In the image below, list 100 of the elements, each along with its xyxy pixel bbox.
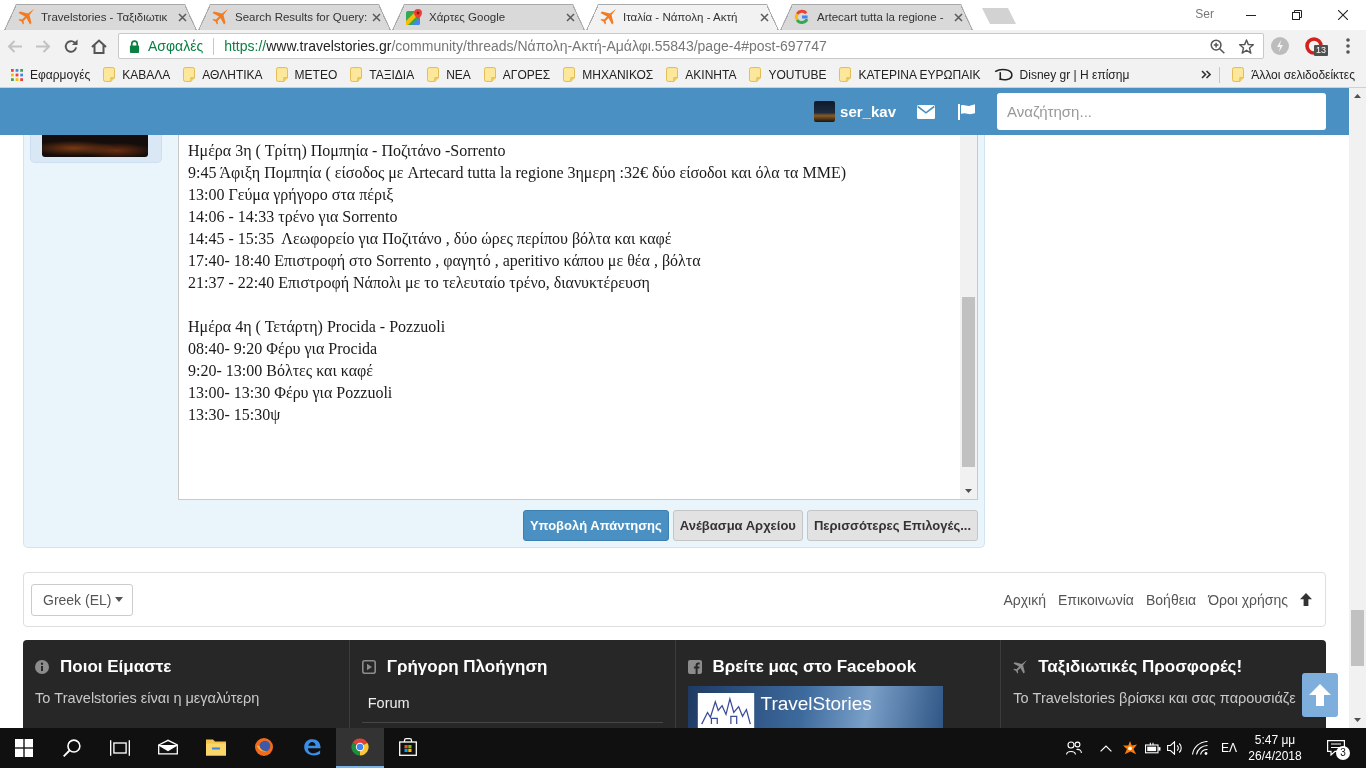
folder-icon	[275, 67, 288, 82]
double-chevron-icon[interactable]	[1201, 70, 1212, 79]
notification-icon[interactable]	[1327, 740, 1345, 756]
close-tab-icon[interactable]	[760, 12, 769, 22]
scroll-up-icon[interactable]	[1354, 94, 1361, 98]
reply-editor[interactable]	[178, 135, 978, 500]
plane-icon	[600, 9, 616, 25]
itinerary-line: 21:37 - 22:40 Επιστροφή Νάπολι με το τελευταίο τρένο, διανυκτέρευση	[188, 273, 651, 294]
envelope-icon	[158, 738, 178, 756]
scroll-down-icon[interactable]	[1354, 718, 1361, 722]
scrollbar-thumb[interactable]	[962, 297, 975, 467]
close-tab-icon[interactable]	[372, 12, 381, 22]
browser-tab[interactable]: Search Results for Query:	[198, 4, 391, 30]
folder-icon	[749, 67, 762, 82]
speaker-icon[interactable]	[1167, 741, 1183, 755]
footer-link[interactable]: Επικοινωνία	[1058, 591, 1134, 608]
back-to-top-icon[interactable]	[1300, 593, 1312, 606]
page-scrollbar[interactable]	[1349, 88, 1366, 728]
itinerary-line: 13:00- 13:30 Φέρυ για Pozzuoli	[188, 383, 394, 404]
option-button[interactable]: Ανέβασμα Αρχείου	[672, 510, 803, 541]
star-burst-icon[interactable]	[1122, 741, 1138, 755]
bookmark-item[interactable]: Άλλοι σελιδοδείκτες	[1227, 63, 1360, 86]
bookmark-star-icon[interactable]	[1239, 38, 1254, 54]
url-text: https://www.travelstories.gr/community/threads/Νάπολη-Ακτή-Αμάλφι.55843/page-4#post-697747	[224, 38, 828, 54]
shopping-bag-icon	[398, 738, 418, 756]
folder-icon	[483, 67, 496, 82]
option-button[interactable]: Περισσότερες Επιλογές...	[806, 510, 978, 541]
avatar-photo[interactable]	[814, 101, 836, 122]
taskbar-clock[interactable]: 5:47 μμ 26/4/2018	[1244, 732, 1306, 764]
bookmark-item[interactable]: ΑΘΛΗΤΙΚΑ	[178, 63, 268, 86]
envelope-icon[interactable]	[917, 104, 935, 119]
bookmark-item[interactable]: YOUTUBE	[744, 63, 832, 86]
bookmark-item[interactable]: ΚΑΤΕΡΙΝΑ ΕΥΡΩΠΑΙΚ	[834, 63, 986, 86]
restore-icon[interactable]	[1292, 10, 1302, 20]
facebook-cover-photo[interactable]: TravelStories	[687, 686, 943, 728]
input-language[interactable]: ΕΛ	[1214, 741, 1244, 755]
footer-link[interactable]: Αρχική	[1003, 591, 1046, 608]
close-tab-icon[interactable]	[566, 12, 575, 22]
folder-icon	[206, 738, 226, 756]
itinerary-line: 9:20- 13:00 Βόλτες και καφέ	[188, 361, 374, 382]
footer-text: Το Travelstories βρίσκει και σας παρουσιάζε	[1013, 689, 1297, 708]
play-square-icon	[361, 660, 376, 674]
plane-icon	[18, 9, 34, 25]
folder-icon	[563, 67, 576, 82]
minimize-icon[interactable]	[1246, 14, 1256, 16]
start-icon[interactable]	[14, 739, 34, 757]
task-view-icon[interactable]	[110, 739, 130, 757]
battery-plug-icon[interactable]	[1145, 741, 1161, 755]
profile-name[interactable]: Ser	[1195, 7, 1214, 21]
notification-count: 3	[1336, 746, 1350, 760]
lock-icon	[129, 39, 140, 53]
g-logo-icon	[794, 9, 810, 25]
bookmark-item[interactable]: ΤΑΞΙΔΙΑ	[345, 63, 420, 86]
bookmark-item[interactable]: ΑΚΙΝΗΤΑ	[661, 63, 742, 86]
chevron-up-icon[interactable]	[1100, 744, 1112, 752]
browser-tab[interactable]: Travelstories - Ταξιδιωτικ	[4, 4, 197, 30]
scrollbar-thumb[interactable]	[1351, 610, 1364, 666]
bookmark-item[interactable]: ΜΕΤΕΟ	[270, 63, 343, 86]
menu-icon[interactable]	[1346, 38, 1350, 54]
map-pin-icon	[406, 9, 422, 25]
bookmark-item[interactable]: Εφαρμογές	[6, 63, 96, 86]
close-icon[interactable]	[1338, 10, 1348, 20]
folder-icon	[350, 67, 363, 82]
facebook-page-name[interactable]: TravelStories	[760, 693, 872, 715]
bookmark-item[interactable]: ΝΕΑ	[422, 63, 476, 86]
close-tab-icon[interactable]	[178, 12, 187, 22]
bookmark-item[interactable]: ΜΗΧΑΝΙΚΟΣ	[558, 63, 659, 86]
up-arrow-icon	[1309, 684, 1331, 706]
footer-link[interactable]: Όροι χρήσης	[1208, 591, 1288, 608]
language-dropdown[interactable]: Greek (EL)	[31, 583, 134, 616]
footer-nav-link[interactable]: Forum	[361, 687, 663, 723]
security-label: Ασφαλές	[148, 38, 204, 54]
people-icon[interactable]	[1066, 741, 1082, 755]
footer-heading: Βρείτε μας στο Facebook	[712, 657, 917, 677]
browser-tab[interactable]: Artecart tutta la regione -	[780, 4, 973, 30]
zoom-icon[interactable]	[1210, 38, 1225, 54]
flag-icon[interactable]	[958, 103, 975, 120]
bookmark-item[interactable]: Disney gr | Η επίσημ	[988, 63, 1135, 86]
address-bar[interactable]: Ασφαλές https://www.travelstories.gr/community/threads/Νάπολη-Ακτή-Αμάλφι.55843/page-4#post-697747	[118, 33, 1264, 59]
itinerary-line: 17:40- 18:40 Επιστροφή στο Sorrento , φαγητό , aperitivo κάπου με θέα , βόλτα	[188, 251, 702, 272]
browser-tab[interactable]: Χάρτες Google	[392, 4, 585, 30]
close-tab-icon[interactable]	[954, 12, 963, 22]
footer-heading: Ταξιδιωτικές Προσφορές!	[1038, 657, 1243, 677]
search-icon[interactable]	[62, 739, 82, 757]
home-icon[interactable]	[91, 38, 107, 54]
taskbar-button[interactable]	[336, 728, 384, 768]
footer-link[interactable]: Βοήθεια	[1145, 591, 1197, 608]
browser-tab[interactable]: Ιταλία - Νάπολη - Ακτή	[586, 4, 779, 30]
reload-icon[interactable]	[63, 38, 79, 54]
bookmark-item[interactable]: ΑΓΟΡΕΣ	[478, 63, 556, 86]
editor-scrollbar[interactable]	[960, 135, 977, 499]
scroll-down-icon[interactable]	[965, 489, 972, 493]
itinerary-line: 13:00 Γεύμα γρήγορο στα πέριξ	[188, 185, 395, 206]
itinerary-line: 08:40- 9:20 Φέρυ για Procida	[188, 339, 379, 360]
plane-icon	[1013, 660, 1028, 674]
search-field[interactable]: Αναζήτηση...	[997, 93, 1326, 130]
bookmark-item[interactable]: ΚΑΒΑΛΑ	[98, 63, 176, 86]
plane-icon	[212, 9, 228, 25]
wifi-icon[interactable]	[1192, 741, 1208, 755]
folder-icon	[427, 67, 440, 82]
